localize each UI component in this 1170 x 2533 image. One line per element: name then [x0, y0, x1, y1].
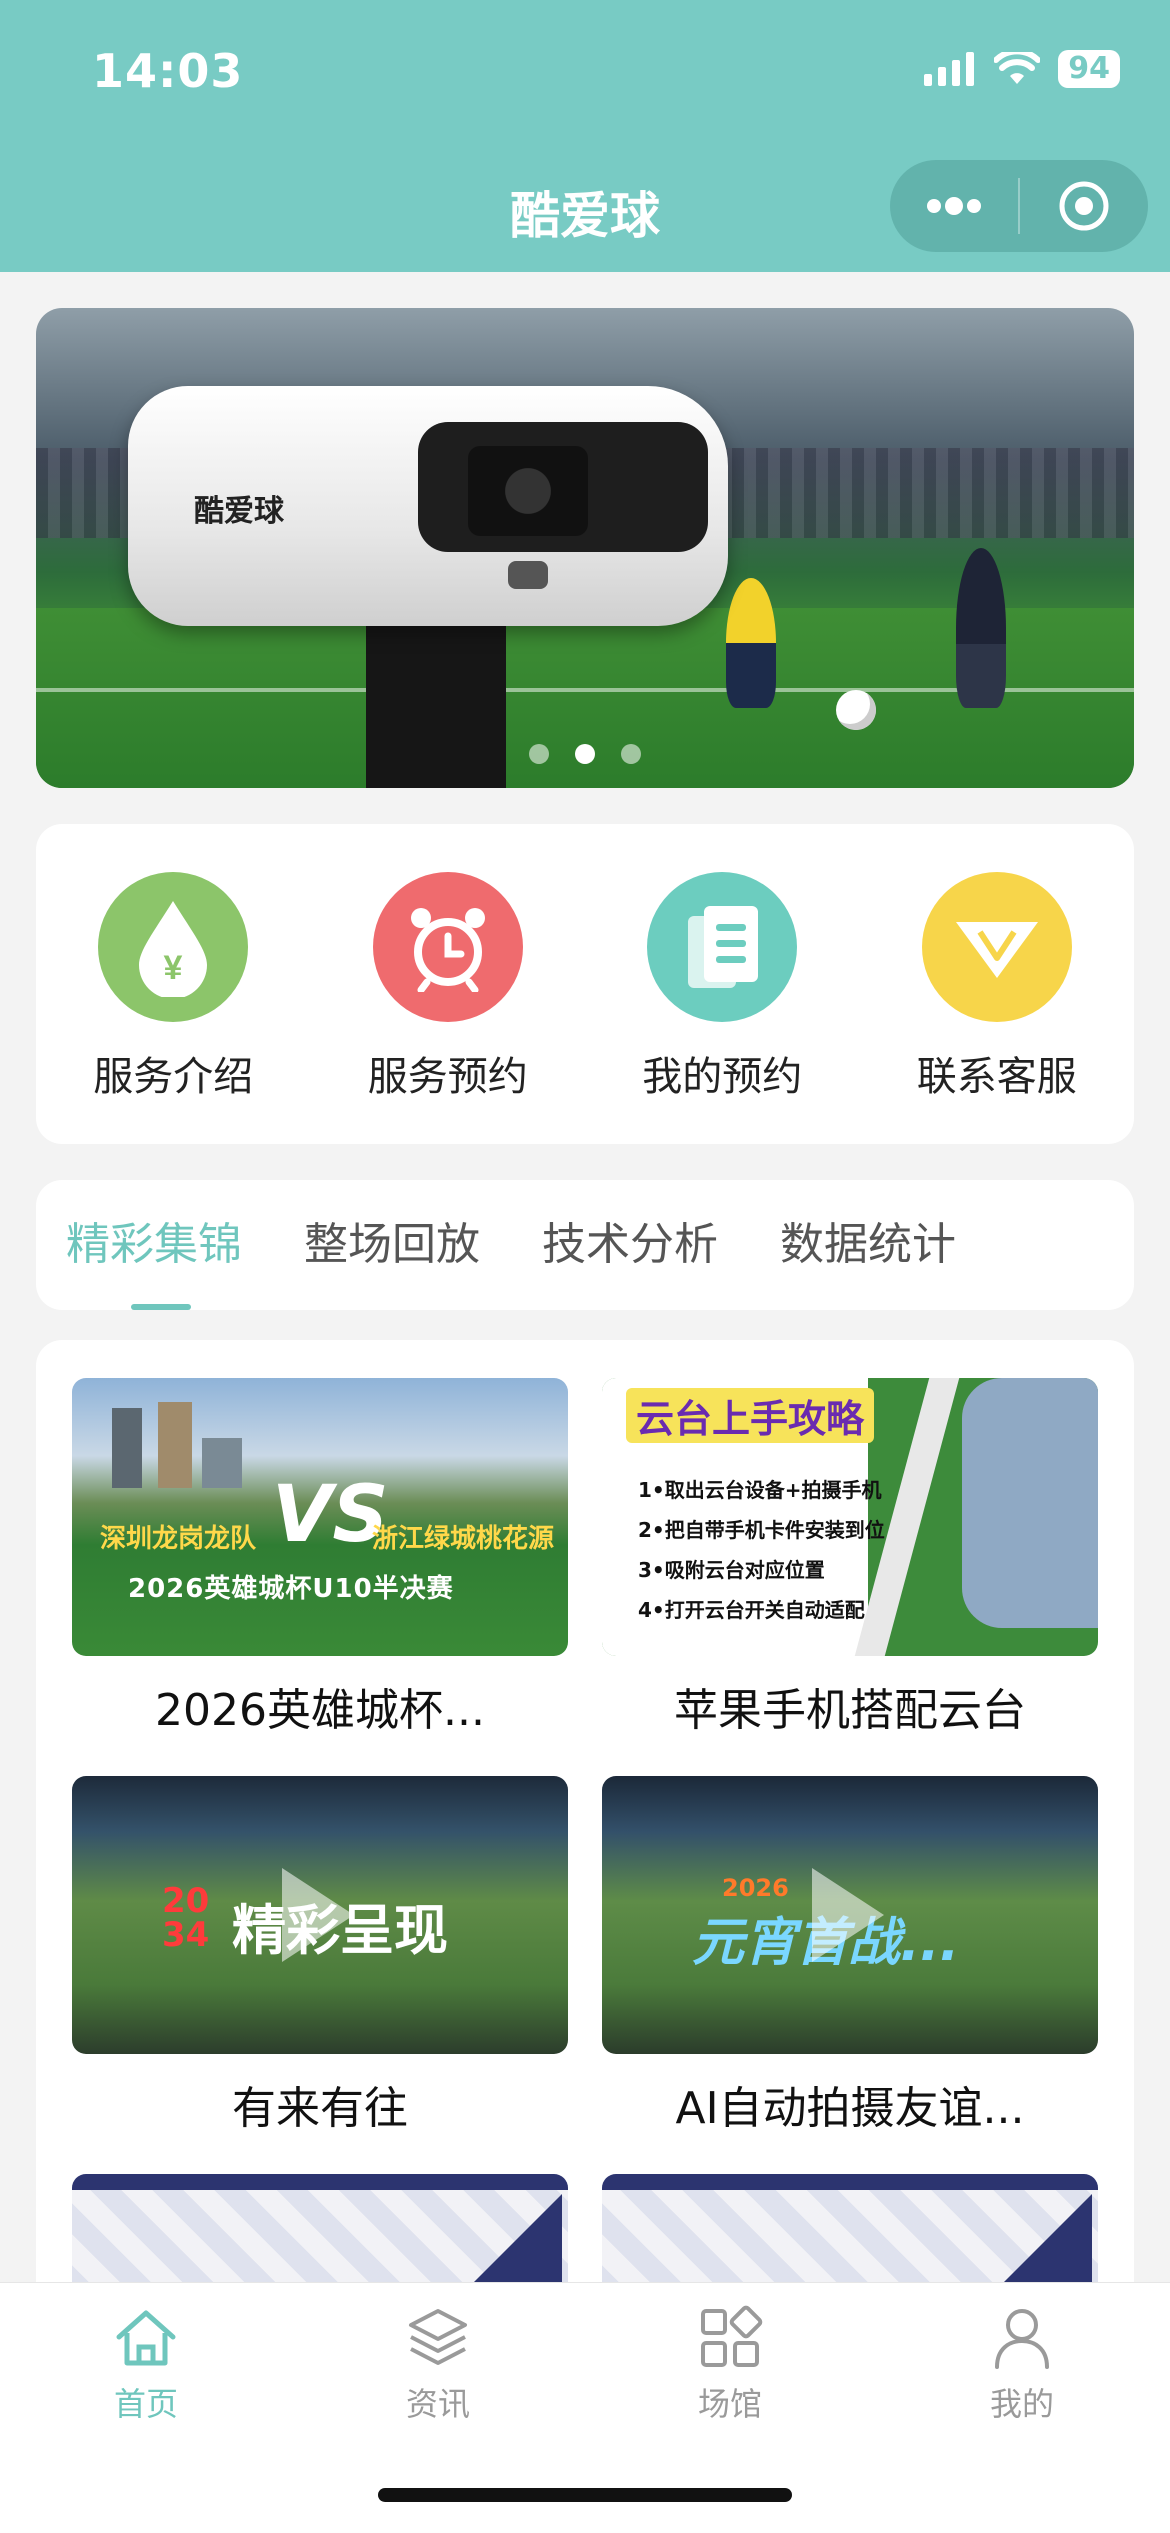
- document-icon: [647, 872, 798, 1022]
- my-bookings-button[interactable]: 我的预约: [585, 824, 860, 1144]
- video-card[interactable]: 云台上手攻略 1•取出云台设备+拍摄手机 2•把自带手机卡件安装到位 3•吸附云…: [602, 1378, 1098, 1738]
- tabbar-label: 场馆: [697, 2385, 762, 2423]
- play-icon: [812, 1868, 884, 1962]
- guide-step: 2•把自带手机卡件安装到位: [638, 1518, 885, 1542]
- camera-device-image: 酷爱球: [128, 386, 728, 626]
- guide-step: 3•吸附云台对应位置: [638, 1558, 825, 1582]
- diamond-icon: [921, 872, 1072, 1022]
- top-bar: 14:03 94 酷爱球: [0, 0, 1170, 272]
- money-drop-icon: ¥: [98, 872, 249, 1022]
- miniprogram-capsule: [890, 160, 1148, 252]
- battery-indicator: 94: [1058, 50, 1120, 88]
- home-indicator: [378, 2488, 792, 2502]
- carousel-dots: [36, 744, 1134, 764]
- camera-logo: 酷爱球: [194, 494, 284, 529]
- video-grid: 深圳龙岗龙队 VS 浙江绿城桃花源 2026英雄城杯U10半决赛 2026英雄城…: [36, 1340, 1134, 2390]
- target-icon: [1059, 181, 1109, 231]
- tabbar-label: 首页: [113, 2385, 178, 2423]
- service-label: 我的预约: [642, 1054, 803, 1100]
- video-thumbnail[interactable]: 深圳龙岗龙队 VS 浙江绿城桃花源 2026英雄城杯U10半决赛: [72, 1378, 568, 1656]
- match-title-text: 2026英雄城杯U10半决赛: [128, 1574, 454, 1604]
- video-thumbnail[interactable]: 20 34 精彩呈现: [72, 1776, 568, 2054]
- team-right-text: 浙江绿城桃花源: [372, 1524, 555, 1554]
- tabbar-item-venues[interactable]: 场馆: [650, 2303, 810, 2425]
- tabbar-label: 我的: [989, 2385, 1054, 2423]
- svg-text:¥: ¥: [164, 949, 183, 987]
- tab-full-replay[interactable]: 整场回放: [304, 1180, 480, 1310]
- carousel-dot[interactable]: [529, 744, 549, 764]
- home-icon: [116, 2310, 176, 2366]
- video-thumbnail[interactable]: 云台上手攻略 1•取出云台设备+拍摄手机 2•把自带手机卡件安装到位 3•吸附云…: [602, 1378, 1098, 1656]
- guide-step: 1•取出云台设备+拍摄手机: [638, 1478, 882, 1502]
- grid-icon: [701, 2305, 763, 2367]
- event-year-text: 2026: [722, 1874, 789, 1902]
- video-card[interactable]: 20 34 精彩呈现 有来有往: [72, 1776, 568, 2136]
- team-left-text: 深圳龙岗龙队: [100, 1524, 257, 1554]
- tabbar-item-profile[interactable]: 我的: [942, 2303, 1102, 2425]
- contact-service-button[interactable]: 联系客服: [860, 824, 1135, 1144]
- service-label: 联系客服: [916, 1054, 1077, 1100]
- signal-icon: [924, 52, 975, 86]
- year-text: 20 34: [162, 1881, 210, 1955]
- close-miniprogram-button[interactable]: [1020, 160, 1148, 252]
- alarm-clock-icon: [372, 872, 523, 1022]
- wifi-icon: [994, 52, 1041, 84]
- banner-carousel[interactable]: 酷爱球: [36, 308, 1134, 788]
- tab-tech-analysis[interactable]: 技术分析: [542, 1180, 718, 1310]
- play-icon: [282, 1868, 354, 1962]
- tabbar-item-home[interactable]: 首页: [66, 2303, 226, 2425]
- video-caption: 苹果手机搭配云台: [674, 1685, 1026, 1736]
- layers-icon: [409, 2309, 467, 2365]
- video-thumbnail[interactable]: 2026 元宵首战...: [602, 1776, 1098, 2054]
- carousel-dot[interactable]: [621, 744, 641, 764]
- carousel-dot-active[interactable]: [575, 744, 595, 764]
- video-caption: 2026英雄城杯...: [155, 1685, 485, 1736]
- video-caption: 有来有往: [232, 2083, 408, 2134]
- tabbar-label: 资讯: [405, 2385, 470, 2423]
- tabbar-item-news[interactable]: 资讯: [358, 2303, 518, 2425]
- service-booking-button[interactable]: 服务预约: [311, 824, 586, 1144]
- more-dots-icon: [927, 197, 981, 215]
- user-icon: [995, 2309, 1049, 2369]
- video-caption: AI自动拍摄友谊...: [675, 2083, 1025, 2134]
- status-icons: 94: [924, 50, 1120, 88]
- guide-step: 4•打开云台开关自动适配: [638, 1598, 865, 1622]
- guide-title-text: 云台上手攻略: [626, 1388, 875, 1443]
- service-label: 服务介绍: [93, 1054, 254, 1100]
- video-card[interactable]: 深圳龙岗龙队 VS 浙江绿城桃花源 2026英雄城杯U10半决赛 2026英雄城…: [72, 1378, 568, 1738]
- soccer-ball: [836, 690, 876, 730]
- more-button[interactable]: [890, 160, 1018, 252]
- tab-highlights[interactable]: 精彩集锦: [66, 1180, 242, 1310]
- service-label: 服务预约: [367, 1054, 528, 1100]
- tab-statistics[interactable]: 数据统计: [780, 1180, 956, 1310]
- status-time: 14:03: [92, 44, 244, 98]
- services-panel: ¥ 服务介绍 服务预约 我的预约 联系客服: [36, 824, 1134, 1144]
- service-intro-button[interactable]: ¥ 服务介绍: [36, 824, 311, 1144]
- video-card[interactable]: 2026 元宵首战... AI自动拍摄友谊...: [602, 1776, 1098, 2136]
- content-tabs: 精彩集锦 整场回放 技术分析 数据统计: [36, 1180, 1134, 1310]
